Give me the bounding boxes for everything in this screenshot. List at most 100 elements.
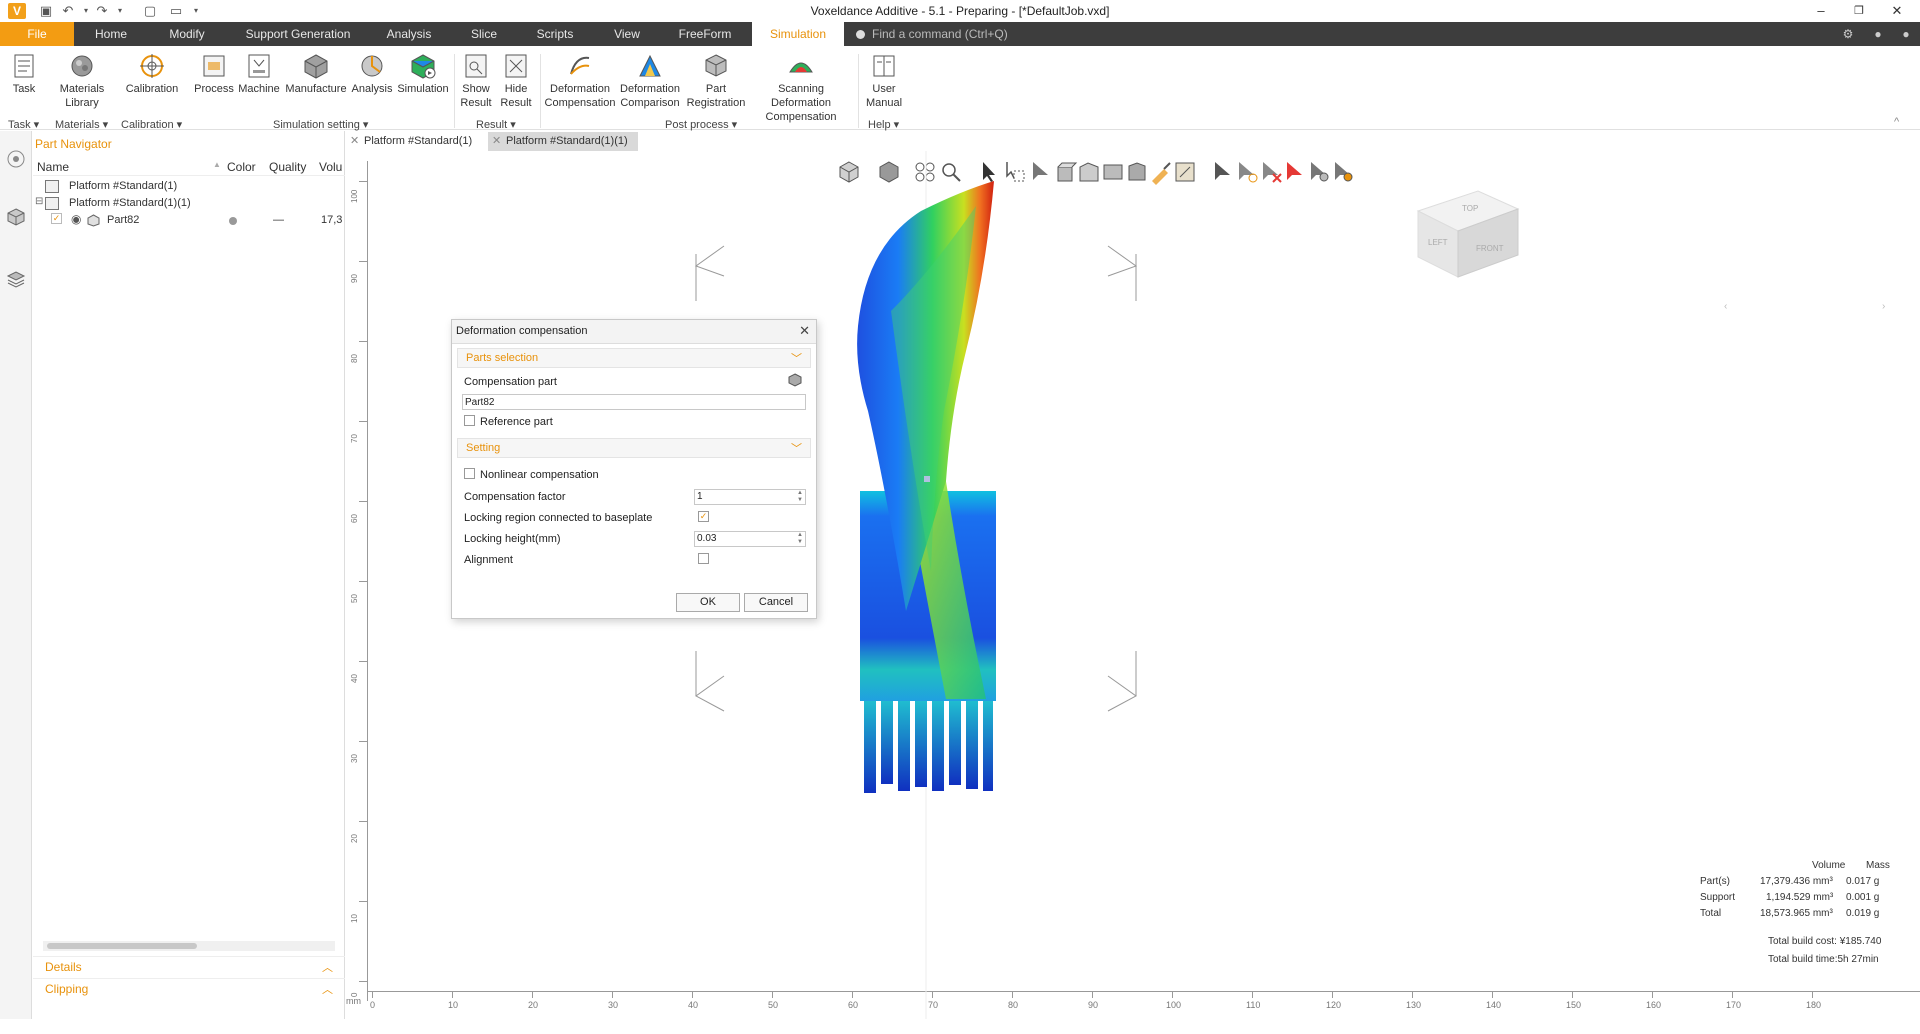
analysis-button[interactable]: Analysis [350, 52, 394, 96]
task-button[interactable]: Task [8, 52, 40, 96]
command-search-input[interactable]: Find a command (Ctrl+Q) [848, 25, 1848, 44]
alignment-label: Alignment [464, 554, 513, 566]
ribbon-group-simulation-setting[interactable]: Simulation setting ▾ [273, 118, 368, 131]
part-visible-checkbox[interactable]: ✓ [51, 213, 62, 224]
rotate-view-right-icon[interactable]: › [1882, 301, 1885, 312]
process-icon [203, 55, 225, 77]
save-icon[interactable]: ▣ [38, 3, 54, 19]
close-tab-icon[interactable]: ✕ [492, 132, 501, 151]
ribbon-group-calibration[interactable]: Calibration ▾ [121, 118, 182, 131]
part-registration-button[interactable]: Part Registration [686, 52, 746, 110]
undo-icon[interactable]: ↶ [60, 3, 76, 19]
tree-row-platform-1[interactable]: Platform #Standard(1) [33, 178, 345, 195]
ribbon-group-help[interactable]: Help ▾ [868, 118, 899, 131]
cancel-button[interactable]: Cancel [744, 593, 808, 612]
simulation-button[interactable]: Simulation [396, 52, 450, 96]
deformation-compensation-button[interactable]: Deformation Compensation [544, 52, 616, 110]
hide-result-button[interactable]: Hide Result [498, 52, 534, 110]
ribbon-group-task[interactable]: Task ▾ [8, 118, 39, 131]
compensation-part-field[interactable] [462, 394, 806, 410]
deformation-comparison-button[interactable]: Deformation Comparison [618, 52, 682, 110]
tab-file[interactable]: File [0, 22, 74, 46]
user-manual-button[interactable]: User Manual [862, 52, 906, 110]
redo-icon[interactable]: ↷ [94, 3, 110, 19]
stepper-arrows-icon[interactable]: ▲ ▼ [797, 490, 803, 504]
rotate-view-left-icon[interactable]: ‹ [1724, 301, 1727, 312]
ribbon-group-result[interactable]: Result ▾ [476, 118, 516, 131]
compensation-factor-stepper[interactable]: 1 ▲ ▼ [694, 489, 806, 505]
column-quality[interactable]: Quality [269, 160, 306, 174]
ribbon-separator [540, 54, 541, 128]
ribbon-group-materials[interactable]: Materials ▾ [55, 118, 108, 131]
stepper-arrows-icon[interactable]: ▲ ▼ [797, 532, 803, 546]
tab-modify[interactable]: Modify [160, 22, 214, 46]
new-file-icon[interactable]: ▢ [142, 3, 158, 19]
part-navigator-icon[interactable] [6, 149, 26, 169]
close-window-icon[interactable]: ✕ [1880, 0, 1914, 22]
details-section[interactable]: Details ︿ [33, 956, 345, 976]
dialog-close-icon[interactable]: ✕ [799, 323, 810, 339]
ok-button[interactable]: OK [676, 593, 740, 612]
calibration-button[interactable]: Calibration [124, 52, 180, 96]
tab-freeform[interactable]: FreeForm [672, 22, 738, 46]
redo-dropdown-icon[interactable]: ▾ [112, 3, 128, 19]
ribbon-collapse-icon[interactable]: ^ [1894, 116, 1899, 128]
simulation-icon [411, 54, 436, 79]
sort-icon[interactable]: ▲ [213, 160, 221, 169]
doc-tab-platform-1-1[interactable]: ✕ Platform #Standard(1)(1) [488, 132, 638, 151]
locking-region-checkbox[interactable]: ✓ [698, 511, 709, 522]
close-tab-icon[interactable]: ✕ [350, 132, 359, 151]
alignment-checkbox[interactable] [698, 553, 709, 564]
tab-view[interactable]: View [606, 22, 648, 46]
machine-button[interactable]: Machine [238, 52, 280, 96]
eye-icon[interactable]: ◉ [71, 212, 81, 226]
pick-part-icon[interactable] [788, 373, 802, 387]
parts-cube-icon[interactable] [6, 207, 26, 227]
reference-part-checkbox[interactable] [464, 415, 475, 426]
chevron-up-icon: ︿ [322, 984, 333, 996]
process-button[interactable]: Process [194, 52, 234, 96]
tree-row-platform-1-1[interactable]: ⊟ Platform #Standard(1)(1) [33, 195, 345, 212]
tab-home[interactable]: Home [84, 22, 138, 46]
locking-height-stepper[interactable]: 0.03 ▲ ▼ [694, 531, 806, 547]
open-dropdown-icon[interactable]: ▾ [188, 3, 204, 19]
tree-row-part82[interactable]: ✓ ◉ Part82 — 17,3 [33, 212, 345, 229]
undo-dropdown-icon[interactable]: ▾ [78, 3, 94, 19]
layers-icon[interactable] [6, 269, 26, 289]
part-color-swatch[interactable] [229, 217, 237, 225]
column-volume[interactable]: Volu [319, 160, 342, 174]
manufacture-button[interactable]: Manufacture [284, 52, 348, 96]
doc-tab-platform-1[interactable]: ✕ Platform #Standard(1) [346, 132, 482, 151]
scrollbar-thumb[interactable] [47, 943, 197, 949]
collapse-icon[interactable]: ⊟ [35, 196, 43, 207]
nonlinear-compensation-checkbox[interactable] [464, 468, 475, 479]
materials-library-button[interactable]: Materials Library [56, 52, 108, 110]
user-manual-icon [873, 55, 895, 77]
tab-scripts[interactable]: Scripts [528, 22, 582, 46]
parts-selection-section[interactable]: Parts selection ﹀ [457, 348, 811, 368]
chevron-down-icon: ﹀ [791, 443, 802, 455]
ribbon-group-post-process[interactable]: Post process ▾ [665, 118, 737, 131]
show-result-button[interactable]: Show Result [458, 52, 494, 110]
user-icon[interactable]: ● [1870, 26, 1886, 42]
clipping-section[interactable]: Clipping ︿ [33, 978, 345, 998]
tab-analysis[interactable]: Analysis [378, 22, 440, 46]
setting-section[interactable]: Setting ﹀ [457, 438, 811, 458]
tab-simulation[interactable]: Simulation [752, 22, 844, 46]
scanning-deformation-compensation-button[interactable]: Scanning Deformation Compensation [748, 52, 854, 124]
selection-marker [924, 476, 930, 482]
dialog-title-bar[interactable]: Deformation compensation ✕ [452, 320, 816, 344]
tab-support-generation[interactable]: Support Generation [238, 22, 358, 46]
view-navigation-cube[interactable]: TOP LEFT FRONT [1398, 169, 1548, 289]
tab-slice[interactable]: Slice [462, 22, 506, 46]
navigator-horizontal-scrollbar[interactable] [43, 941, 335, 951]
open-folder-icon[interactable]: ▭ [168, 3, 184, 19]
minimize-icon[interactable]: – [1804, 0, 1838, 22]
locking-height-label: Locking height(mm) [464, 533, 561, 545]
column-name[interactable]: Name [37, 160, 69, 174]
restore-icon[interactable]: ❐ [1842, 0, 1876, 22]
help-icon[interactable]: ● [1898, 26, 1914, 42]
chevron-down-icon: ﹀ [791, 353, 802, 365]
column-color[interactable]: Color [227, 160, 256, 174]
manufacture-icon [304, 54, 328, 79]
